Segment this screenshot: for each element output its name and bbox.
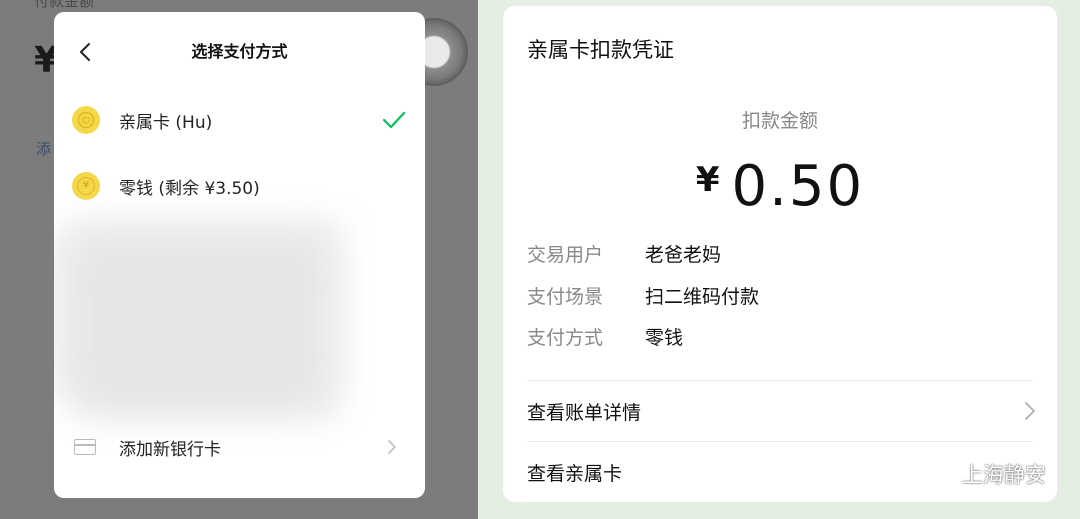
payment-screen: 付款金额 ¥ 添 选择支付方式 亲属卡 (Hu) ¥ 零钱 (剩余 ¥3.50)… — [0, 0, 478, 519]
payment-option-wallet[interactable]: ¥ 零钱 (剩余 ¥3.50) — [54, 158, 425, 214]
detail-key: 交易用户 — [527, 244, 604, 266]
add-bank-card-label: 添加新银行卡 — [119, 439, 221, 460]
receipt-title: 亲属卡扣款凭证 — [527, 38, 674, 62]
payment-option-label: 亲属卡 (Hu) — [119, 112, 213, 133]
wechat-official-account-icon — [922, 462, 954, 485]
detail-key: 支付方式 — [527, 327, 604, 349]
deduction-amount-label: 扣款金额 — [741, 110, 818, 132]
amount-value: 0.50 — [731, 154, 865, 219]
watermark-text: 上海静安 — [962, 463, 1046, 487]
divider — [527, 441, 1033, 442]
divider — [527, 380, 1033, 381]
family-card-coin-icon — [72, 106, 100, 134]
chevron-right-icon — [1025, 402, 1035, 420]
background-add-text: 添 — [36, 140, 52, 158]
background-amount-label: 付款金额 — [34, 0, 95, 10]
redacted-area-inner — [74, 237, 324, 407]
detail-value: 扫二维码付款 — [645, 286, 760, 308]
receipt-card: 亲属卡扣款凭证 扣款金额 ¥0.50 交易用户 老爸老妈 支付场景 扫二维码付款 支… — [503, 6, 1057, 502]
detail-row-method: 支付方式 零钱 — [527, 323, 683, 350]
link-label: 查看亲属卡 — [527, 462, 623, 485]
detail-row-user: 交易用户 老爸老妈 — [527, 240, 721, 267]
payment-option-label: 零钱 (剩余 ¥3.50) — [119, 178, 260, 199]
currency-symbol: ¥ — [695, 160, 720, 200]
view-bill-details-link[interactable]: 查看账单详情 — [527, 391, 1037, 431]
sheet-title: 选择支付方式 — [191, 42, 288, 61]
detail-value: 零钱 — [645, 327, 684, 349]
detail-key: 支付场景 — [527, 286, 604, 308]
detail-row-scene: 支付场景 扫二维码付款 — [527, 282, 759, 309]
receipt-screen: 亲属卡扣款凭证 扣款金额 ¥0.50 交易用户 老爸老妈 支付场景 扫二维码付款 支… — [478, 0, 1080, 519]
add-bank-card-row[interactable]: 添加新银行卡 — [54, 427, 425, 467]
chevron-right-icon — [388, 440, 396, 454]
payment-option-family-card[interactable]: 亲属卡 (Hu) — [54, 92, 425, 148]
deduction-amount: ¥0.50 — [503, 154, 1057, 219]
wallet-coin-icon: ¥ — [72, 172, 100, 200]
selected-check-icon — [382, 111, 406, 129]
payment-method-sheet: 选择支付方式 亲属卡 (Hu) ¥ 零钱 (剩余 ¥3.50) 添加新银行卡 — [54, 12, 425, 498]
detail-value: 老爸老妈 — [645, 244, 722, 266]
link-label: 查看账单详情 — [527, 401, 642, 424]
bank-card-icon — [74, 439, 96, 455]
watermark: 上海静安 — [920, 459, 1046, 489]
